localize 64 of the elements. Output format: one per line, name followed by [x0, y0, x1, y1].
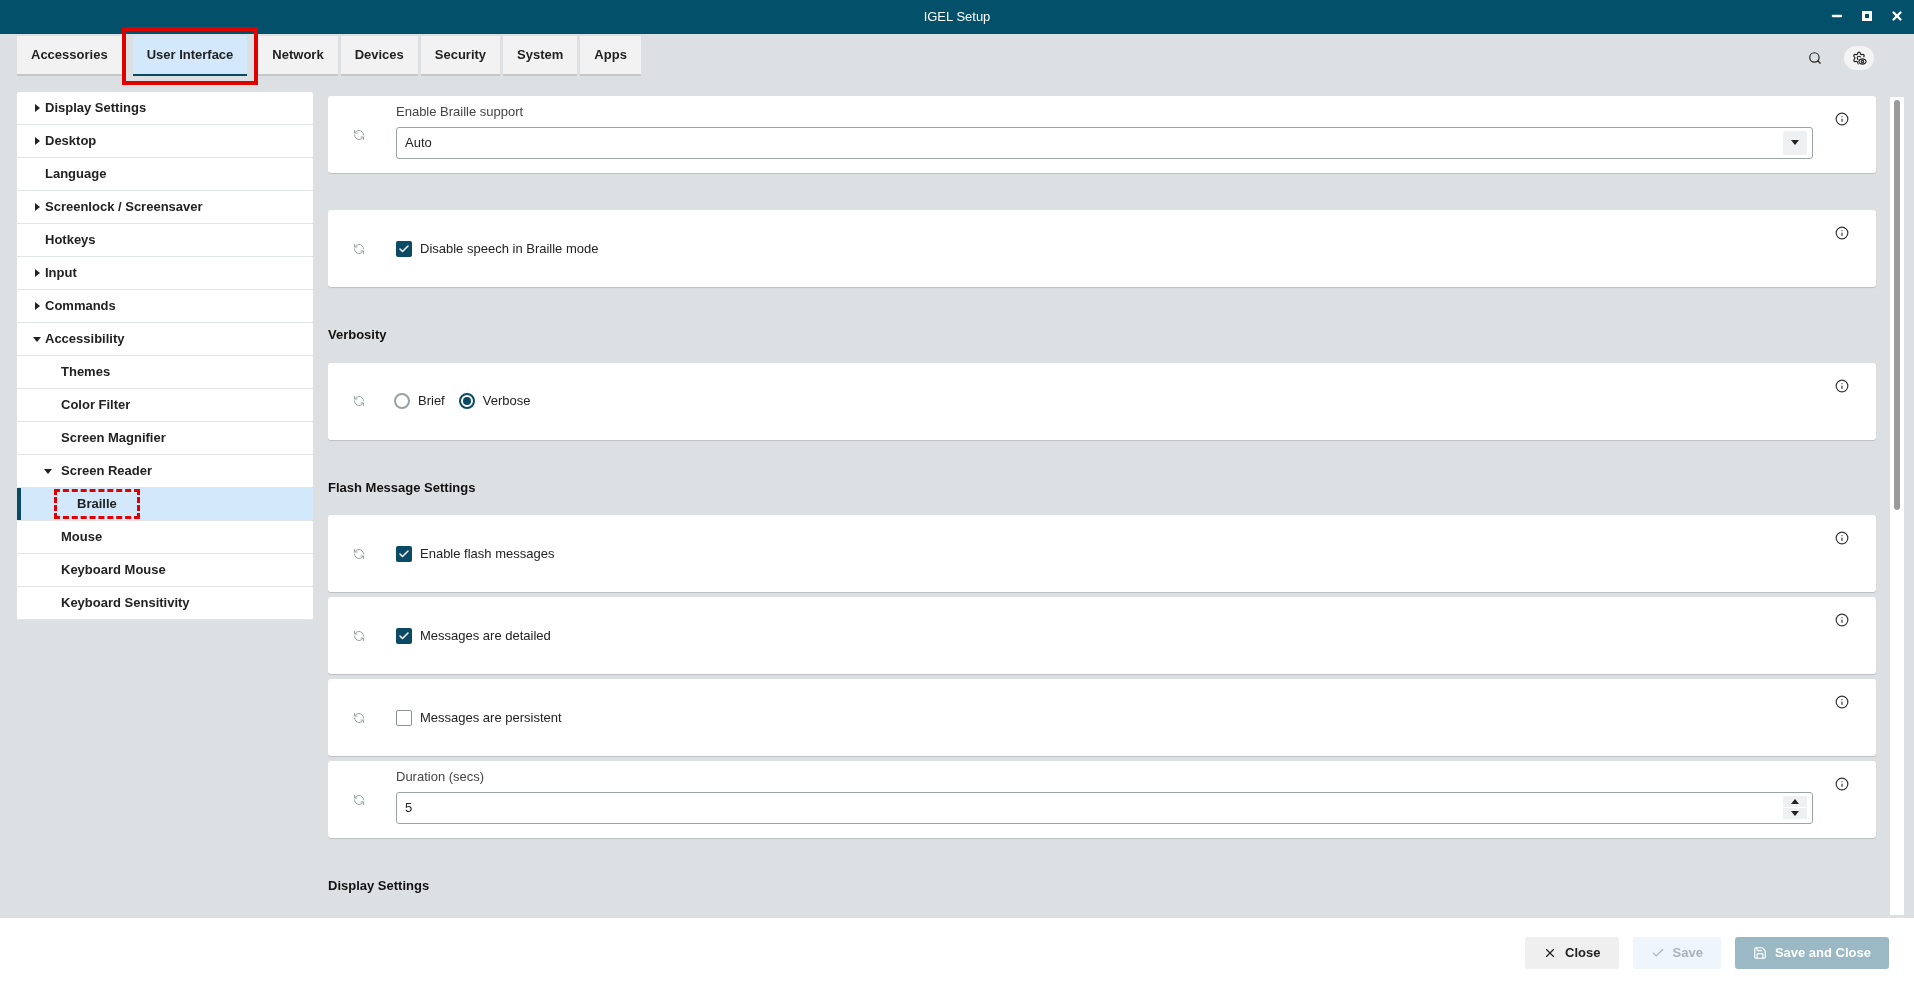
radio-label: Brief	[418, 392, 445, 411]
checkbox-label: Messages are detailed	[420, 626, 551, 645]
info-icon[interactable]	[1835, 226, 1849, 240]
tab[interactable]: Devices	[340, 36, 418, 76]
radio-button[interactable]	[394, 393, 410, 409]
collapsed-caret-icon[interactable]	[33, 302, 41, 310]
collapsed-caret-icon[interactable]	[33, 137, 41, 145]
checkbox[interactable]	[396, 545, 412, 562]
tab[interactable]: Security	[420, 36, 501, 76]
info-icon[interactable]	[1835, 378, 1849, 393]
reset-icon[interactable]	[353, 395, 365, 407]
select-field[interactable]: Auto	[396, 126, 1813, 159]
reset-icon[interactable]	[353, 242, 365, 255]
close-button[interactable]: Close	[1525, 937, 1619, 969]
info-icon[interactable]	[1835, 777, 1849, 791]
section-heading: Display Settings	[328, 877, 431, 895]
tab[interactable]: System	[503, 36, 578, 76]
expanded-caret-icon[interactable]	[33, 335, 41, 343]
scrollbar[interactable]	[1890, 97, 1904, 915]
checkbox-label: Disable speech in Braille mode	[420, 239, 599, 258]
sidebar-item[interactable]: Braille	[17, 488, 313, 521]
section-heading: Verbosity	[328, 326, 388, 344]
tab[interactable]: User Interface	[132, 36, 248, 76]
collapsed-caret-icon[interactable]	[33, 269, 41, 277]
reset-icon[interactable]	[353, 128, 365, 141]
close-icon[interactable]	[1890, 9, 1904, 23]
info-icon[interactable]	[1835, 695, 1849, 709]
radio-label: Verbose	[482, 392, 531, 411]
sidebar-item[interactable]: Display Settings	[17, 92, 313, 125]
reset-icon[interactable]	[353, 793, 365, 806]
check-icon	[398, 242, 410, 255]
section-heading: Flash Message Settings	[328, 478, 477, 497]
dropdown-caret-icon[interactable]	[1783, 130, 1807, 155]
info-icon[interactable]	[1835, 112, 1849, 126]
maximize-icon[interactable]	[1862, 11, 1872, 21]
eye-icon	[1858, 57, 1867, 66]
collapsed-caret-icon[interactable]	[33, 203, 41, 211]
expanded-caret-icon[interactable]	[44, 467, 52, 475]
checkbox[interactable]	[396, 709, 412, 726]
decrement-icon[interactable]	[1783, 808, 1807, 820]
tab[interactable]: Accessories	[17, 36, 122, 76]
check-icon	[1650, 946, 1665, 960]
tab[interactable]: Network	[258, 36, 338, 76]
radio-button[interactable]	[458, 393, 475, 409]
search-icon[interactable]	[1808, 51, 1822, 65]
checkbox-label: Enable flash messages	[420, 544, 555, 563]
check-icon	[398, 629, 410, 642]
tab[interactable]: Apps	[580, 36, 641, 76]
number-field[interactable]: 5	[396, 791, 1813, 824]
reset-icon[interactable]	[353, 629, 365, 642]
checkbox[interactable]	[396, 240, 412, 257]
checkbox-label: Messages are persistent	[420, 708, 562, 727]
info-icon[interactable]	[1835, 531, 1849, 545]
window-title: IGEL Setup	[923, 8, 991, 27]
field-label: Duration (secs)	[396, 768, 486, 787]
increment-icon[interactable]	[1783, 796, 1807, 808]
checkbox[interactable]	[396, 627, 412, 644]
info-icon[interactable]	[1835, 613, 1849, 627]
check-icon	[398, 547, 410, 560]
reset-icon[interactable]	[353, 547, 365, 560]
field-label: Enable Braille support	[396, 103, 525, 122]
collapsed-caret-icon[interactable]	[33, 104, 41, 112]
view-settings-button[interactable]	[1844, 46, 1874, 70]
reset-icon[interactable]	[353, 711, 365, 724]
